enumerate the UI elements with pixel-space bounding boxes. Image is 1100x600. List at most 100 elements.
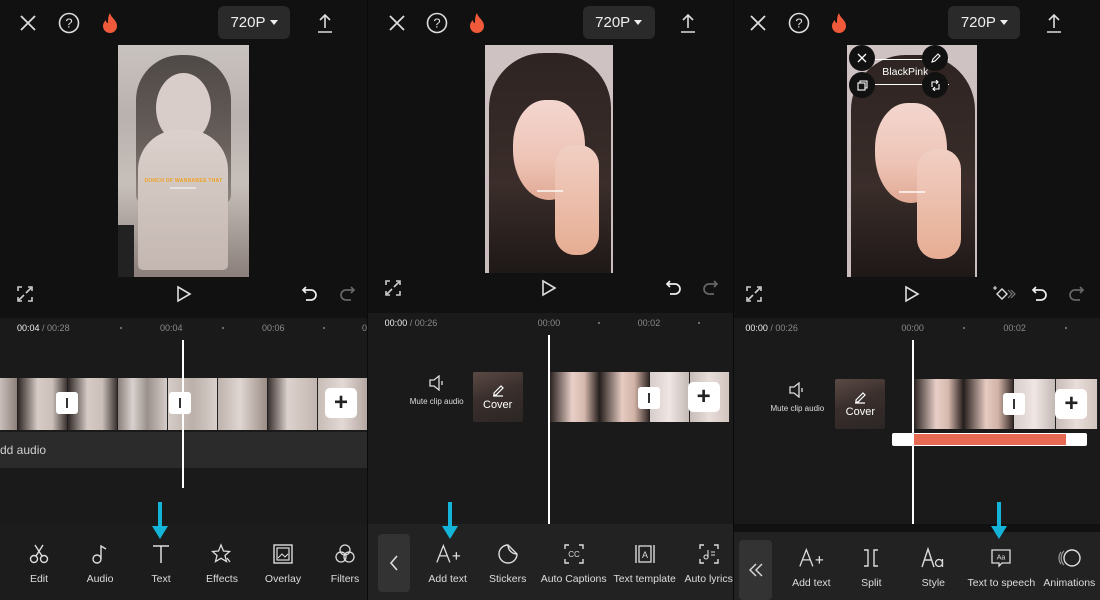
resolution-label: 720P bbox=[595, 14, 631, 31]
ruler-dot bbox=[1065, 327, 1068, 329]
export-upload-icon[interactable] bbox=[313, 11, 337, 35]
add-audio-label: dd audio bbox=[0, 443, 47, 457]
speaker-icon bbox=[402, 375, 472, 391]
total-time: / 00:28 bbox=[42, 323, 70, 333]
top-bar: ? 720P bbox=[0, 0, 367, 46]
time-readout: 00:00 / 00:26 bbox=[385, 318, 438, 328]
tool-audio[interactable]: Audio bbox=[68, 542, 132, 585]
preview-hand bbox=[554, 145, 599, 255]
tool-label: Text template bbox=[613, 573, 676, 585]
undo-icon[interactable] bbox=[662, 276, 686, 300]
svg-text:?: ? bbox=[433, 16, 440, 31]
flame-icon[interactable] bbox=[827, 11, 851, 35]
time-readout: 00:04 / 00:28 bbox=[17, 323, 70, 333]
tool-effects[interactable]: Effects bbox=[190, 542, 254, 585]
redo-icon[interactable] bbox=[698, 276, 722, 300]
ruler-dot bbox=[222, 327, 224, 329]
timeline-ruler: 00:00 / 00:26 00:00 00:02 bbox=[734, 318, 1100, 340]
tool-animations[interactable]: Animations bbox=[1037, 546, 1100, 589]
tool-text[interactable]: Text bbox=[129, 542, 193, 585]
export-upload-icon[interactable] bbox=[676, 11, 700, 35]
timeline-area[interactable]: Mute clip audio Cover + bbox=[367, 335, 734, 524]
add-clip-button[interactable]: + bbox=[1055, 389, 1088, 419]
clip-thumbnail bbox=[549, 372, 600, 422]
cover-button[interactable]: Cover bbox=[472, 372, 523, 422]
fullscreen-icon[interactable] bbox=[13, 282, 37, 306]
undo-icon[interactable] bbox=[298, 282, 322, 306]
close-icon[interactable] bbox=[746, 11, 770, 35]
video-preview[interactable]: BlackPink bbox=[847, 45, 978, 277]
resolution-dropdown[interactable]: 720P bbox=[582, 6, 655, 39]
fullscreen-icon[interactable] bbox=[742, 282, 766, 306]
tool-style[interactable]: Style bbox=[901, 546, 965, 589]
resolution-dropdown[interactable]: 720P bbox=[948, 6, 1021, 39]
fullscreen-icon[interactable] bbox=[381, 276, 405, 300]
redo-icon[interactable] bbox=[1064, 282, 1088, 306]
tool-split[interactable]: Split bbox=[839, 546, 903, 589]
tool-overlay[interactable]: Overlay bbox=[251, 542, 315, 585]
export-upload-icon[interactable] bbox=[1042, 11, 1066, 35]
animations-icon bbox=[1056, 546, 1082, 570]
preview-caption: DUNCH OF WANNABES THAT bbox=[144, 178, 223, 184]
back-button[interactable] bbox=[377, 534, 410, 592]
tool-text-template[interactable]: A Text template bbox=[613, 542, 677, 585]
tool-auto-lyrics[interactable]: Auto lyrics bbox=[677, 542, 734, 585]
tool-label: Edit bbox=[29, 573, 49, 585]
flame-icon[interactable] bbox=[98, 11, 122, 35]
preview-subcaption bbox=[170, 187, 196, 189]
ruler-dot bbox=[697, 322, 700, 324]
mute-clip-audio-button[interactable]: Mute clip audio bbox=[402, 375, 472, 406]
sticker-icon bbox=[495, 542, 521, 566]
collapse-back-button[interactable] bbox=[739, 540, 773, 600]
ruler-tick: 00:02 bbox=[637, 318, 661, 328]
transition-button[interactable] bbox=[637, 387, 660, 409]
transition-button[interactable] bbox=[169, 392, 191, 414]
resolution-dropdown[interactable]: 720P bbox=[218, 6, 290, 39]
playhead[interactable] bbox=[182, 340, 184, 488]
help-icon[interactable]: ? bbox=[57, 11, 81, 35]
svg-text:A: A bbox=[642, 550, 648, 560]
help-icon[interactable]: ? bbox=[787, 11, 811, 35]
editor-panel-main: ? 720P DUNCH OF WANNABES THAT 00:04 / 00… bbox=[0, 0, 367, 600]
playhead[interactable] bbox=[912, 340, 915, 524]
tool-add-text[interactable]: Add text bbox=[416, 542, 480, 585]
timeline-area[interactable]: Mute clip audio Cover + bbox=[734, 340, 1100, 524]
highlight-arrow-icon bbox=[441, 502, 458, 539]
transition-button[interactable] bbox=[1003, 393, 1026, 415]
playhead[interactable] bbox=[547, 335, 550, 524]
keyframe-icon[interactable] bbox=[992, 282, 1018, 306]
video-preview[interactable]: DUNCH OF WANNABES THAT bbox=[118, 45, 249, 277]
caret-down-icon bbox=[269, 20, 278, 25]
svg-text:Aa: Aa bbox=[997, 555, 1006, 562]
tool-label: Text bbox=[151, 573, 171, 585]
text-track-clip[interactable] bbox=[892, 433, 1088, 446]
redo-icon[interactable] bbox=[335, 282, 359, 306]
tool-filters[interactable]: Filters bbox=[313, 542, 367, 585]
tool-stickers[interactable]: Stickers bbox=[476, 542, 540, 585]
transition-button[interactable] bbox=[56, 392, 78, 414]
flame-icon[interactable] bbox=[465, 11, 489, 35]
current-time: 00:00 bbox=[745, 323, 768, 333]
help-icon[interactable]: ? bbox=[425, 11, 449, 35]
mute-clip-audio-button[interactable]: Mute clip audio bbox=[762, 382, 832, 413]
video-preview[interactable] bbox=[484, 45, 613, 273]
timeline-ruler: 00:00 / 00:26 00:00 00:02 bbox=[367, 313, 734, 335]
play-icon[interactable] bbox=[537, 276, 561, 300]
cover-button[interactable]: Cover bbox=[835, 379, 886, 429]
caret-down-icon bbox=[634, 20, 643, 25]
total-time: / 00:26 bbox=[409, 318, 438, 328]
tool-add-text[interactable]: Add text bbox=[779, 546, 843, 589]
tool-auto-captions[interactable]: CC Auto Captions bbox=[541, 542, 607, 585]
close-icon[interactable] bbox=[16, 11, 40, 35]
undo-icon[interactable] bbox=[1028, 282, 1052, 306]
play-icon[interactable] bbox=[172, 282, 196, 306]
tool-edit[interactable]: Edit bbox=[7, 542, 71, 585]
tool-text-to-speech[interactable]: Aa Text to speech bbox=[964, 546, 1038, 589]
add-clip-button[interactable]: + bbox=[687, 382, 720, 412]
copy-icon bbox=[857, 79, 868, 91]
add-clip-button[interactable]: + bbox=[325, 388, 357, 418]
close-icon[interactable] bbox=[385, 11, 409, 35]
play-icon[interactable] bbox=[900, 282, 924, 306]
playback-controls bbox=[368, 274, 734, 302]
clip-thumbnail bbox=[0, 378, 18, 430]
